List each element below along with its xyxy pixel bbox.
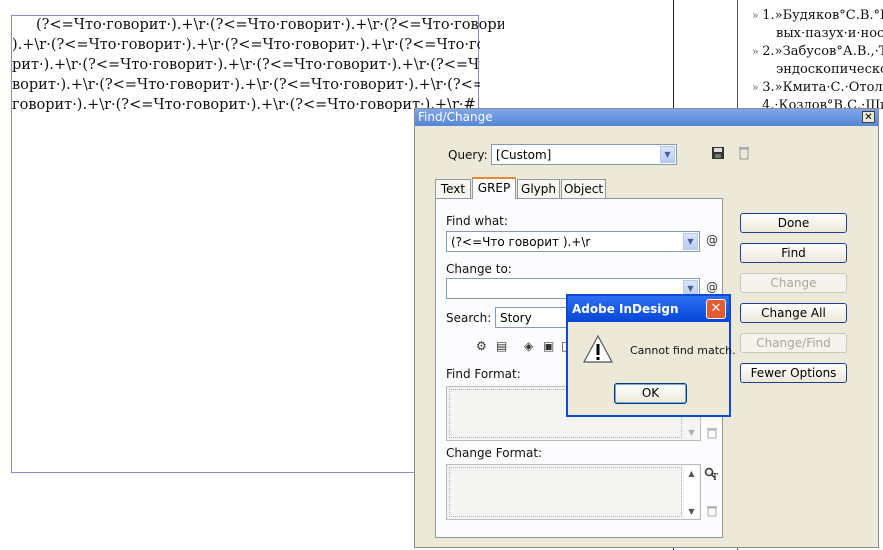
text-line: рит·).+\r·(?<=Что·говорит·).+\r·(?<=Что·…: [12, 57, 480, 73]
change-button[interactable]: Change: [740, 273, 847, 293]
reference-text: 2.»Забусов°А.В.,·Тип: [762, 44, 883, 59]
ok-button[interactable]: OK: [614, 383, 687, 404]
change-all-button[interactable]: Change All: [740, 303, 847, 323]
text-line: ворит·).+\r·(?<=Что·говорит·).+\r·(?<=Чт…: [12, 77, 480, 93]
reference-item: вых·пазух·и·носо: [776, 26, 883, 41]
trash-icon[interactable]: [706, 505, 718, 517]
close-button[interactable]: ✕: [862, 111, 875, 123]
warning-icon: [582, 334, 614, 364]
reference-text: 1.»Будяков°С.В.°Ком: [762, 8, 883, 23]
trash-icon[interactable]: [706, 427, 718, 439]
change-format-label: Change Format:: [446, 446, 543, 460]
done-button[interactable]: Done: [740, 213, 847, 233]
reference-text: 3.»Кмита·С.·Отолар: [762, 80, 883, 95]
dialog-title: Find/Change: [418, 110, 493, 124]
alert-message: Cannot find match.: [630, 344, 736, 357]
master-pages-icon[interactable]: ▣: [543, 339, 554, 353]
locked-stories-icon[interactable]: ▤: [496, 339, 507, 353]
scroll-down-icon[interactable]: ▼: [684, 504, 699, 519]
text-frame[interactable]: (?<=Что·говорит·).+\r·(?<=Что·говорит·).…: [11, 15, 504, 473]
hidden-layers-icon[interactable]: ◈: [524, 339, 533, 353]
query-select[interactable]: [Custom] ▼: [491, 144, 677, 165]
scroll-up-icon[interactable]: ▲: [684, 466, 699, 481]
change-find-button[interactable]: Change/Find: [740, 333, 847, 353]
alert-close-button[interactable]: ✕: [706, 299, 726, 319]
text-line: ).+\r·(?<=Что·говорит·).+\r·(?<=Что·гово…: [12, 37, 480, 53]
save-icon[interactable]: [711, 146, 725, 160]
chevron-down-icon[interactable]: ▼: [683, 233, 698, 250]
change-to-label: Change to:: [446, 262, 512, 276]
text-line: (?<=Что·говорит·).+\r·(?<=Что·говорит·).…: [36, 17, 504, 33]
reference-item: эндоскопической: [776, 62, 883, 77]
search-label: Search:: [446, 311, 492, 325]
locked-layers-icon[interactable]: ⚙: [476, 339, 487, 353]
query-label: Query:: [448, 148, 488, 162]
find-format-label: Find Format:: [446, 367, 521, 381]
find-what-input[interactable]: (?<=Что говорит ).+\r ▼: [446, 231, 700, 252]
svg-text:T: T: [712, 473, 718, 481]
alert-titlebar[interactable]: Adobe InDesign ✕: [568, 296, 729, 322]
change-format-box[interactable]: ▲ ▼: [446, 464, 701, 520]
find-what-label: Find what:: [446, 214, 508, 228]
fewer-options-button[interactable]: Fewer Options: [740, 363, 847, 383]
chevron-down-icon[interactable]: ▼: [660, 146, 675, 163]
trash-icon[interactable]: [737, 146, 751, 160]
bullet-marker: »: [752, 45, 763, 58]
text-line: говорит·).+\r·(?<=Что·говорит·).+\r·(?<=…: [12, 97, 476, 113]
reference-item: » 1.»Будяков°С.В.°Ком: [752, 8, 883, 23]
bullet-marker: »: [752, 81, 763, 94]
dialog-titlebar[interactable]: Find/Change ✕: [415, 109, 878, 126]
change-format-area: [449, 467, 682, 517]
search-scope-value: Story: [500, 311, 532, 325]
search-scope-select[interactable]: Story: [495, 307, 575, 328]
reference-item: » 3.»Кмита·С.·Отолар: [752, 80, 883, 95]
scrollbar[interactable]: ▲ ▼: [684, 466, 699, 518]
alert-dialog: Adobe InDesign ✕ Cannot find match. OK: [566, 294, 736, 417]
format-icon[interactable]: T: [704, 467, 719, 483]
alert-title: Adobe InDesign: [572, 302, 679, 316]
special-characters-icon[interactable]: @: [704, 232, 720, 250]
reference-item: » 2.»Забусов°А.В.,·Тип: [752, 44, 883, 59]
tab-glyph[interactable]: Glyph: [517, 179, 560, 198]
tab-grep[interactable]: GREP: [472, 177, 516, 199]
find-button[interactable]: Find: [740, 243, 847, 263]
tab-text[interactable]: Text: [435, 179, 471, 198]
tab-object[interactable]: Object: [561, 179, 606, 198]
bullet-marker: »: [752, 9, 763, 22]
find-what-value: (?<=Что говорит ).+\r: [451, 235, 591, 249]
scroll-down-icon[interactable]: ▼: [684, 425, 699, 440]
query-value: [Custom]: [496, 148, 552, 162]
